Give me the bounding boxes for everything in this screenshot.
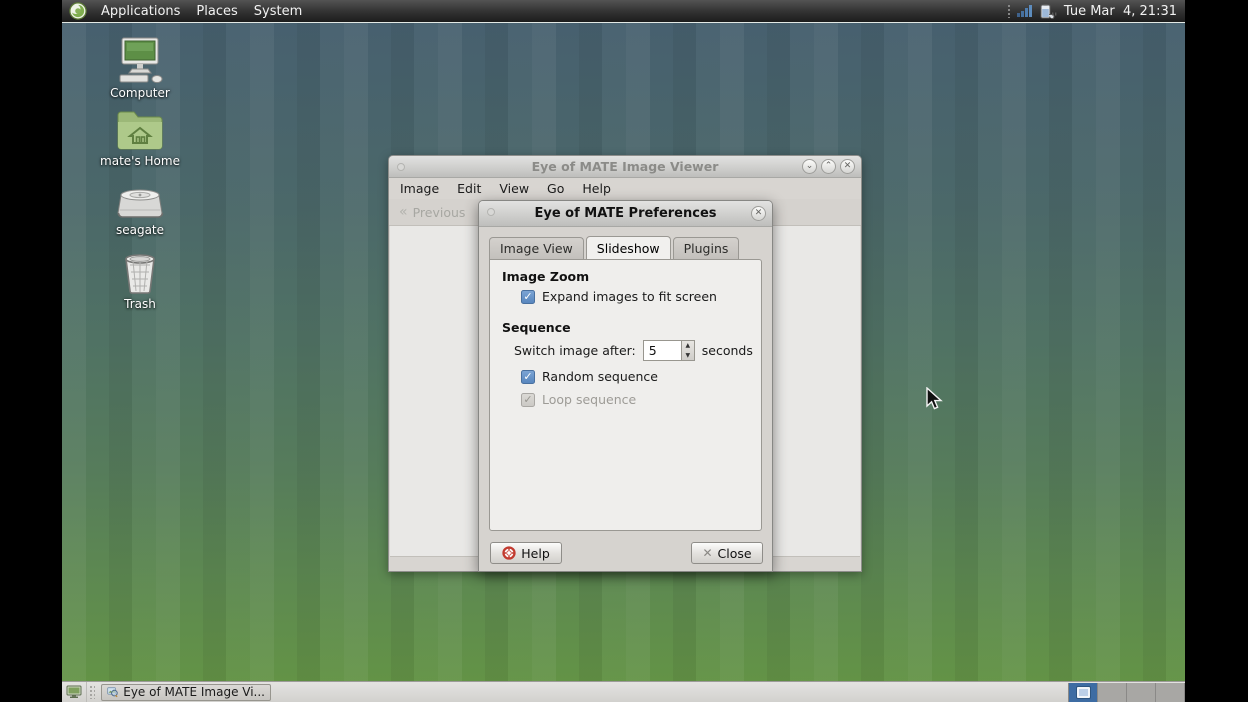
spin-down-icon[interactable]: ▼: [682, 351, 694, 361]
seconds-input[interactable]: [643, 340, 681, 361]
seconds-unit-label: seconds: [702, 343, 753, 358]
desktop-icon-label[interactable]: Computer: [88, 86, 192, 100]
close-x-icon: ✕: [702, 547, 712, 559]
tab-slideshow[interactable]: Slideshow: [586, 236, 671, 259]
eom-task-icon: [107, 685, 118, 699]
desktop-icon-label[interactable]: seagate: [88, 223, 192, 237]
previous-button[interactable]: « Previous: [399, 205, 465, 220]
top-panel: Applications Places System: [62, 0, 1185, 22]
close-button-label: Close: [718, 546, 752, 561]
desktop-icon-label[interactable]: Trash: [88, 297, 192, 311]
desktop-icon-label[interactable]: mate's Home: [88, 154, 192, 168]
seconds-spinbox: ▲ ▼: [643, 340, 695, 361]
show-desktop-button[interactable]: [62, 682, 87, 702]
close-dialog-button[interactable]: ✕ Close: [691, 542, 763, 564]
help-button[interactable]: Help: [490, 542, 562, 564]
home-folder-icon: [88, 108, 192, 152]
taskbar-handle[interactable]: [89, 685, 95, 699]
menu-help[interactable]: Help: [573, 179, 620, 198]
screen: Applications Places System: [0, 0, 1248, 702]
loop-sequence-row: ✓ Loop sequence: [521, 392, 636, 407]
workspace-1[interactable]: [1069, 683, 1098, 702]
clock[interactable]: Tue Mar 4, 21:31: [1064, 4, 1177, 19]
workspace-window-mini: [1077, 687, 1090, 698]
menu-view[interactable]: View: [490, 179, 538, 198]
switch-image-label: Switch image after:: [514, 343, 636, 358]
dialog-tabs: Image View Slideshow Plugins: [489, 237, 741, 259]
expand-images-checkbox[interactable]: ✓: [521, 290, 535, 304]
random-sequence-checkbox[interactable]: ✓: [521, 370, 535, 384]
expand-images-label[interactable]: Expand images to fit screen: [542, 289, 717, 304]
dialog-close-button[interactable]: ✕: [751, 206, 766, 221]
spin-arrows: ▲ ▼: [681, 340, 695, 361]
dialog-title: Eye of MATE Preferences: [479, 206, 772, 221]
bottom-taskbar: Eye of MATE Image Vi...: [62, 681, 1185, 702]
check-icon: ✓: [523, 291, 532, 302]
workspace-4[interactable]: [1156, 683, 1185, 702]
window-menu-icon[interactable]: [397, 163, 405, 171]
mate-menu-icon[interactable]: [69, 2, 87, 20]
tab-image-view[interactable]: Image View: [489, 237, 584, 259]
check-icon: ✓: [523, 394, 532, 405]
image-zoom-heading: Image Zoom: [502, 269, 589, 284]
help-button-label: Help: [521, 546, 550, 561]
menu-applications[interactable]: Applications: [93, 0, 188, 22]
close-button[interactable]: ✕: [840, 159, 855, 174]
menu-go[interactable]: Go: [538, 179, 573, 198]
menu-places[interactable]: Places: [188, 0, 245, 22]
taskbar-window-label: Eye of MATE Image Vi...: [123, 685, 265, 699]
slideshow-tab-panel: Image Zoom ✓ Expand images to fit screen…: [489, 259, 762, 531]
loop-sequence-label: Loop sequence: [542, 392, 636, 407]
spin-up-icon[interactable]: ▲: [682, 341, 694, 351]
expand-images-row: ✓ Expand images to fit screen: [521, 289, 717, 304]
computer-icon: [88, 36, 192, 84]
tray-handle[interactable]: [1007, 4, 1011, 18]
workspace-3[interactable]: [1127, 683, 1156, 702]
minimize-button[interactable]: ⌄: [802, 159, 817, 174]
previous-label: Previous: [413, 205, 466, 220]
network-signal-icon[interactable]: [1016, 4, 1034, 18]
taskbar-window-button[interactable]: Eye of MATE Image Vi...: [101, 684, 271, 701]
desktop-icon-trash[interactable]: Trash: [88, 251, 192, 311]
help-lifebuoy-icon: [502, 546, 516, 560]
desktop-icon-computer[interactable]: Computer: [88, 36, 192, 100]
system-tray: Tue Mar 4, 21:31: [1007, 4, 1185, 19]
preferences-dialog: Eye of MATE Preferences ✕ Image View Sli…: [478, 200, 773, 572]
viewer-titlebar: Eye of MATE Image Viewer ⌄ ⌃ ✕: [389, 156, 861, 178]
check-icon: ✓: [523, 371, 532, 382]
viewer-window-title: Eye of MATE Image Viewer: [389, 159, 861, 174]
random-sequence-label[interactable]: Random sequence: [542, 369, 658, 384]
menu-image[interactable]: Image: [391, 179, 448, 198]
dialog-titlebar: Eye of MATE Preferences ✕: [479, 201, 772, 227]
tab-plugins[interactable]: Plugins: [673, 237, 740, 259]
menu-edit[interactable]: Edit: [448, 179, 490, 198]
sequence-heading: Sequence: [502, 320, 571, 335]
switch-image-row: Switch image after: ▲ ▼ seconds: [514, 340, 753, 361]
random-sequence-row: ✓ Random sequence: [521, 369, 658, 384]
trash-icon: [88, 251, 192, 295]
desktop-icon-home[interactable]: mate's Home: [88, 108, 192, 168]
battery-icon[interactable]: [1039, 4, 1059, 19]
previous-arrow-icon: «: [399, 205, 408, 219]
desktop-icon-seagate[interactable]: seagate: [88, 183, 192, 237]
menu-system[interactable]: System: [246, 0, 310, 22]
viewer-menubar: Image Edit View Go Help: [389, 178, 861, 199]
loop-sequence-checkbox[interactable]: ✓: [521, 393, 535, 407]
workspace-switcher: [1068, 683, 1185, 702]
harddrive-icon: [88, 183, 192, 221]
maximize-button[interactable]: ⌃: [821, 159, 836, 174]
dialog-window-menu-icon[interactable]: [487, 208, 495, 216]
workspace-2[interactable]: [1098, 683, 1127, 702]
show-desktop-icon: [66, 685, 82, 699]
